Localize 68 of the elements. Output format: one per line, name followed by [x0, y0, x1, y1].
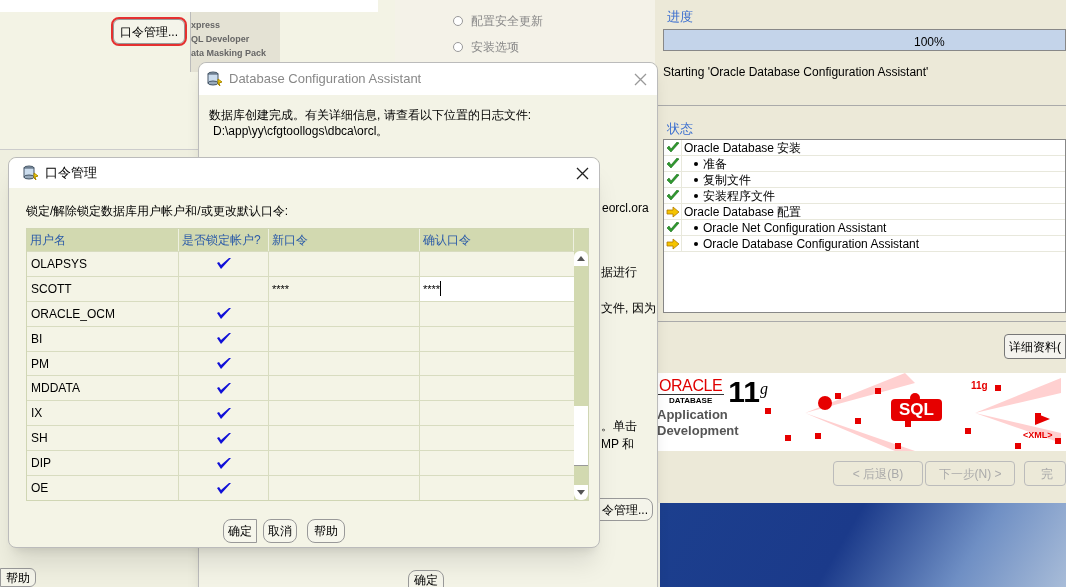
status-item: 安装程序文件 [702, 187, 775, 205]
table-cell: ORACLE_OCM [27, 301, 179, 326]
column-header: 新口令 [269, 229, 420, 251]
sql-tag: SQL [891, 399, 942, 421]
column-header: 是否锁定帐户? [179, 229, 269, 251]
message-text: 。单击 [601, 418, 637, 435]
database-icon [207, 71, 223, 87]
bullet-icon [694, 193, 698, 198]
product-name: QL Developer [191, 33, 251, 46]
table-cell: SH [27, 426, 179, 451]
brand-logo-text: ORACLE [658, 378, 723, 394]
database-icon [23, 165, 39, 181]
password-value: **** [423, 281, 441, 297]
scroll-thumb[interactable] [574, 406, 588, 466]
table-cell: OE [27, 476, 179, 500]
help-button[interactable]: 帮助 [0, 568, 36, 587]
password-management-button[interactable]: 口令管理... [113, 19, 185, 44]
table-cell: BI [27, 326, 179, 351]
table-cell: OLAPSYS [27, 251, 179, 276]
ok-button[interactable]: 确定 [408, 570, 444, 587]
step-label: 配置安全更新 [471, 13, 543, 30]
status-item: Oracle Database 配置 [683, 203, 802, 221]
table-cell: DIP [27, 451, 179, 476]
product-name: ata Masking Pack [191, 47, 268, 60]
progress-message: Starting 'Oracle Database Configuration Assistant' [663, 64, 930, 81]
group-title: 状态 [667, 122, 694, 136]
banner-subtitle: Development [657, 423, 740, 439]
product-name: xpress [191, 19, 222, 32]
bullet-icon [694, 177, 698, 182]
status-item: 复制文件 [702, 171, 751, 189]
scroll-up-icon[interactable] [577, 256, 585, 261]
instruction-text: 锁定/解除锁定数据库用户帐户和/或更改默认口令: [26, 203, 289, 220]
window-title: 口令管理 [45, 164, 97, 183]
dialog-button[interactable]: 确定 [223, 519, 257, 543]
table-cell: IX [27, 401, 179, 426]
password-value: **** [272, 281, 290, 297]
bullet-icon [694, 241, 698, 246]
banner-tag: <XML> [1023, 429, 1053, 443]
table-cell: SCOTT [27, 276, 179, 301]
message-text: eorcl.ora [602, 200, 649, 217]
message-text: 据进行 [601, 264, 637, 281]
message-text: 文件, 因为 [601, 300, 656, 317]
version-label: 11$^{g}$ [728, 377, 768, 407]
group-title: 进度 [667, 10, 694, 24]
dialog-button[interactable]: 帮助 [307, 519, 345, 543]
dialog-button[interactable]: 取消 [263, 519, 297, 543]
progress-reading: 100% [914, 34, 945, 51]
table-cell: MDDATA [27, 376, 179, 401]
banner-subtitle: Application [657, 407, 729, 423]
details-button[interactable]: 详细资料( [1004, 334, 1066, 359]
banner-tag: 11g [971, 378, 988, 393]
step-label: 安装选项 [471, 39, 519, 56]
status-item: Oracle Database Configuration Assistant [702, 235, 920, 253]
column-header: 用户名 [27, 229, 179, 251]
status-item: Oracle Database 安装 [683, 139, 802, 157]
bullet-icon [694, 161, 698, 166]
message-text: 数据库创建完成。有关详细信息, 请查看以下位置的日志文件: [209, 107, 532, 123]
status-item: Oracle Net Configuration Assistant [702, 219, 887, 237]
scroll-down-icon[interactable] [577, 490, 585, 495]
log-path: D:\app\yy\cfgtoollogs\dbca\orcl。 [212, 123, 390, 139]
window-title: Database Configuration Assistant [229, 70, 422, 89]
text-cursor [440, 281, 442, 297]
password-management-button[interactable]: 令管理... [597, 498, 653, 521]
message-text: MP 和 [601, 436, 635, 453]
bullet-icon [694, 225, 698, 230]
table-cell: PM [27, 351, 179, 376]
close-icon[interactable] [576, 166, 589, 180]
status-item: 准备 [702, 155, 727, 173]
